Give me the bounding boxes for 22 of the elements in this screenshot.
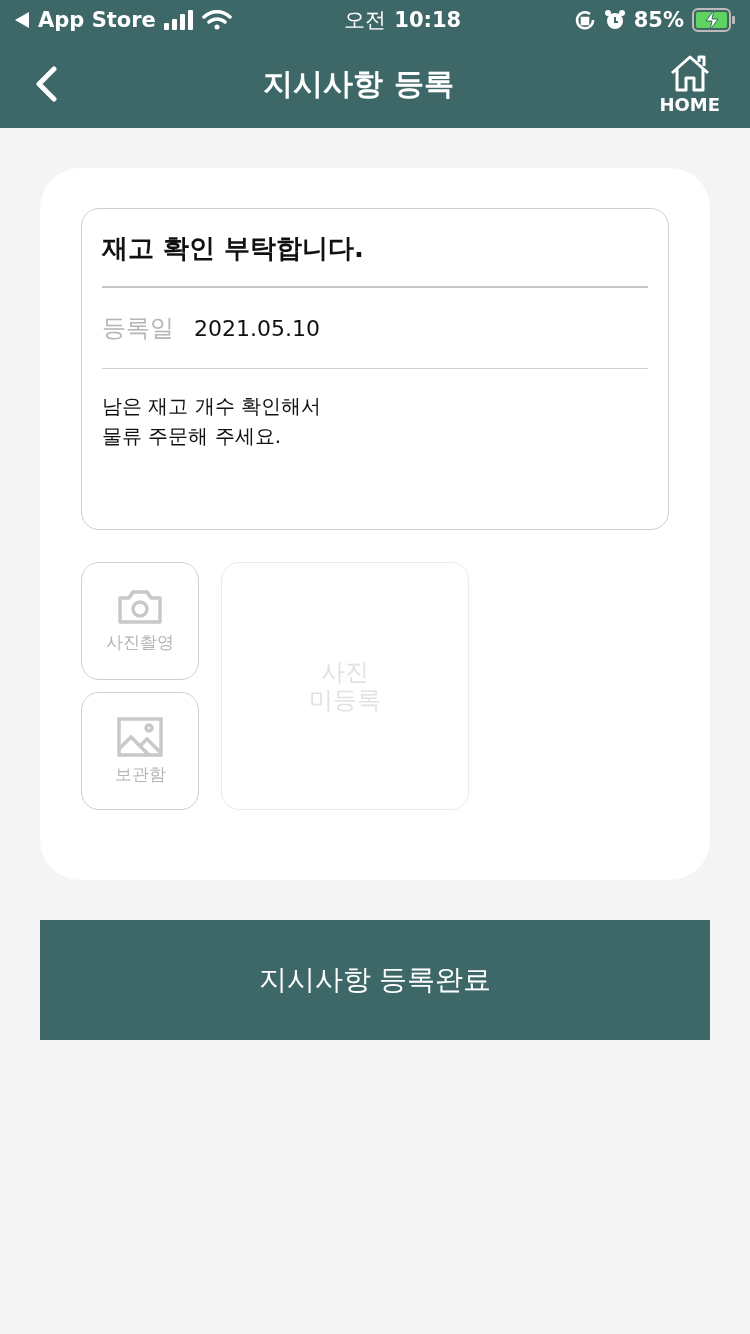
camera-icon: [117, 588, 163, 625]
wifi-icon: [201, 9, 232, 31]
memo-body: 남은 재고 개수 확인해서 물류 주문해 주세요.: [102, 393, 323, 450]
page-title: 지시사항 등록: [263, 64, 454, 103]
battery-percent: 85%: [633, 8, 684, 32]
submit-button[interactable]: 지시사항 등록완료: [40, 920, 710, 1040]
home-button[interactable]: HOME: [659, 53, 720, 115]
battery-icon: [692, 8, 736, 32]
rotation-lock-icon: [573, 9, 596, 31]
time-prefix: 오전: [344, 7, 387, 34]
back-chevron-icon: [34, 66, 58, 102]
signal-icon: [163, 10, 194, 30]
date-label: 등록일: [102, 313, 174, 344]
house-icon: [668, 53, 711, 92]
back-app-label[interactable]: App Store: [38, 8, 156, 32]
image-icon: [117, 716, 163, 757]
back-triangle-icon: [14, 11, 30, 29]
memo-title: 재고 확인 부탁합니다.: [102, 231, 648, 288]
date-value: 2021.05.10: [194, 315, 320, 341]
clock-time: 10:18: [394, 8, 462, 32]
back-button[interactable]: [34, 66, 58, 102]
alarm-icon: [603, 9, 626, 31]
